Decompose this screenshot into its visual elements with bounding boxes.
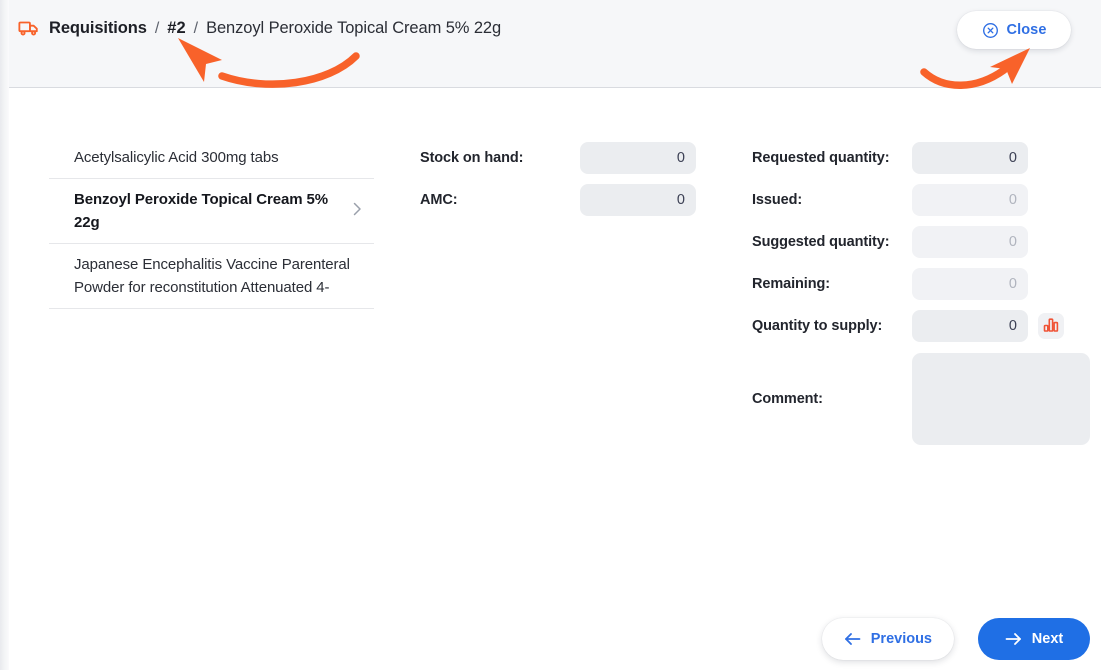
arrow-left-icon (844, 632, 861, 646)
field-requested-quantity: Requested quantity: (752, 137, 1090, 179)
next-button[interactable]: Next (978, 618, 1090, 660)
chevron-right-icon (352, 202, 372, 221)
stock-fields-column: Stock on hand: AMC: (420, 137, 696, 221)
header-bar: Requisitions / #2 / Benzoyl Peroxide Top… (0, 0, 1101, 88)
field-label: AMC: (420, 192, 458, 208)
breadcrumb-current-item: Benzoyl Peroxide Topical Cream 5% 22g (206, 18, 502, 37)
previous-button[interactable]: Previous (821, 618, 954, 660)
close-circle-icon (982, 22, 999, 39)
requested-quantity-input[interactable] (912, 142, 1028, 174)
next-button-label: Next (1031, 631, 1064, 647)
requisition-detail-screen: Requisitions / #2 / Benzoyl Peroxide Top… (0, 0, 1101, 670)
breadcrumb: Requisitions / #2 / Benzoyl Peroxide Top… (18, 17, 501, 39)
field-remaining: Remaining: (752, 263, 1090, 305)
field-comment: Comment: (752, 351, 1090, 447)
field-suggested-quantity: Suggested quantity: (752, 221, 1090, 263)
list-item[interactable]: Acetylsalicylic Acid 300mg tabs (49, 137, 374, 179)
field-label: Requested quantity: (752, 150, 890, 166)
breadcrumb-separator-1: / (154, 19, 160, 37)
comment-textarea[interactable] (912, 353, 1090, 445)
issued-input (912, 184, 1028, 216)
list-item[interactable]: Japanese Encephalitis Vaccine Parenteral… (49, 244, 374, 309)
remaining-input (912, 268, 1028, 300)
field-issued: Issued: (752, 179, 1090, 221)
list-item-label: Benzoyl Peroxide Topical Cream 5% 22g (74, 191, 329, 231)
field-amc: AMC: (420, 179, 696, 221)
previous-button-label: Previous (870, 631, 932, 647)
arrow-right-icon (1005, 632, 1022, 646)
field-stock-on-hand: Stock on hand: (420, 137, 696, 179)
field-label: Suggested quantity: (752, 234, 890, 250)
truck-icon (18, 17, 40, 39)
bar-chart-icon (1043, 317, 1059, 336)
breadcrumb-separator-2: / (193, 19, 199, 37)
requisition-item-list: Acetylsalicylic Acid 300mg tabs Benzoyl … (49, 137, 374, 309)
content-area: Acetylsalicylic Acid 300mg tabs Benzoyl … (0, 89, 1101, 670)
close-button[interactable]: Close (957, 11, 1071, 49)
list-item-selected[interactable]: Benzoyl Peroxide Topical Cream 5% 22g (49, 179, 374, 244)
field-label: Issued: (752, 192, 803, 208)
navigation-buttons: Previous Next (821, 618, 1090, 660)
close-button-label: Close (1006, 22, 1047, 38)
quantity-to-supply-input[interactable] (912, 310, 1028, 342)
field-label: Stock on hand: (420, 150, 524, 166)
field-quantity-to-supply: Quantity to supply: (752, 305, 1090, 347)
list-item-label: Japanese Encephalitis Vaccine Parenteral… (74, 256, 350, 296)
quantity-fields-column: Requested quantity: Issued: Suggested qu… (752, 137, 1090, 447)
breadcrumb-requisition-id[interactable]: #2 (167, 19, 185, 38)
field-label: Comment: (752, 391, 823, 407)
suggested-quantity-input (912, 226, 1028, 258)
bar-chart-button[interactable] (1038, 313, 1064, 339)
breadcrumb-root[interactable]: Requisitions (49, 19, 147, 38)
list-item-label: Acetylsalicylic Acid 300mg tabs (74, 149, 279, 166)
field-label: Quantity to supply: (752, 318, 883, 334)
amc-input[interactable] (580, 184, 696, 216)
field-label: Remaining: (752, 276, 830, 292)
stock-on-hand-input[interactable] (580, 142, 696, 174)
